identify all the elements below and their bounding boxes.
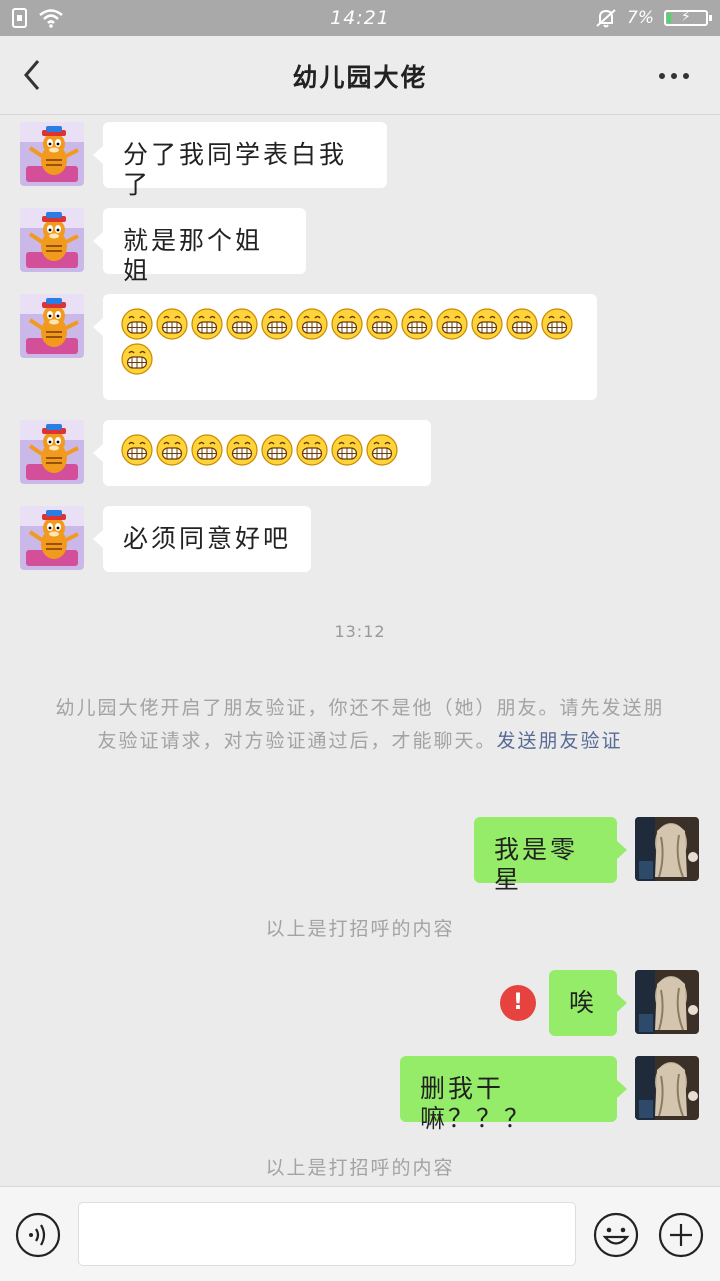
grin-emoji: [296, 308, 328, 340]
contact-avatar[interactable]: [20, 208, 84, 272]
emoji-row: [103, 420, 431, 480]
message-text: 分了我同学表白我了: [123, 140, 348, 199]
grin-emoji: [401, 308, 433, 340]
more-dots-icon: [659, 73, 689, 79]
grin-emoji: [506, 308, 538, 340]
garfield-avatar-icon: [20, 294, 84, 358]
sent-message-bubble[interactable]: 我是零星: [474, 817, 627, 894]
message-bubble[interactable]: [93, 294, 597, 400]
contact-avatar[interactable]: [20, 420, 84, 484]
message-timestamp: 13:12: [334, 622, 386, 641]
garfield-avatar-icon: [20, 506, 84, 570]
garfield-avatar-icon: [20, 420, 84, 484]
user-photo-avatar-icon: [635, 817, 699, 881]
grin-emoji: [436, 308, 468, 340]
send-verification-link[interactable]: 发送朋友验证: [497, 730, 623, 752]
message-text: 删我干嘛？？？: [420, 1074, 533, 1133]
grin-emoji: [541, 308, 573, 340]
status-right: 7% ⚡: [595, 8, 712, 28]
message-text: 必须同意好吧: [123, 524, 292, 553]
message-bubble[interactable]: 分了我同学表白我了: [93, 122, 387, 199]
grin-emoji: [191, 434, 223, 466]
grin-emoji: [121, 343, 153, 375]
grin-emoji: [156, 308, 188, 340]
voice-button[interactable]: [15, 1212, 61, 1258]
battery-icon: ⚡: [664, 9, 712, 26]
emoji-button[interactable]: [593, 1212, 639, 1258]
grin-emoji: [226, 308, 258, 340]
garfield-avatar-icon: [20, 208, 84, 272]
more-button[interactable]: [656, 64, 692, 88]
grin-emoji: [366, 308, 398, 340]
send-failed-icon[interactable]: !: [500, 985, 536, 1021]
emoji-row: [103, 294, 597, 389]
sent-message-bubble[interactable]: 唉: [549, 970, 627, 1036]
message-text: 唉: [569, 988, 598, 1017]
my-avatar[interactable]: [635, 970, 699, 1034]
contact-avatar[interactable]: [20, 506, 84, 570]
user-photo-avatar-icon: [635, 970, 699, 1034]
input-bar: [0, 1186, 720, 1281]
mute-bell-icon: [595, 8, 617, 28]
grin-emoji: [191, 308, 223, 340]
message-bubble[interactable]: 就是那个姐姐: [93, 208, 306, 285]
grin-emoji: [366, 434, 398, 466]
message-bubble[interactable]: [93, 420, 431, 486]
garfield-avatar-icon: [20, 122, 84, 186]
greeting-hint: 以上是打招呼的内容: [265, 918, 455, 940]
grin-emoji: [121, 434, 153, 466]
chat-header: 幼儿园大佬: [0, 36, 720, 115]
grin-emoji: [331, 434, 363, 466]
message-bubble[interactable]: 必须同意好吧: [93, 506, 311, 572]
grin-emoji: [261, 434, 293, 466]
user-photo-avatar-icon: [635, 1056, 699, 1120]
more-functions-button[interactable]: [658, 1212, 704, 1258]
grin-emoji: [331, 308, 363, 340]
contact-avatar[interactable]: [20, 122, 84, 186]
grin-emoji: [226, 434, 258, 466]
grin-emoji: [261, 308, 293, 340]
sent-message-bubble[interactable]: 删我干嘛？？？: [400, 1056, 627, 1133]
grin-emoji: [156, 434, 188, 466]
smiley-icon: [593, 1212, 639, 1258]
grin-emoji: [121, 308, 153, 340]
message-text: 我是零星: [494, 835, 579, 894]
friend-verification-notice: 幼儿园大佬开启了朋友验证，你还不是他（她）朋友。请先发送朋友验证请求，对方验证通…: [54, 692, 666, 758]
my-avatar[interactable]: [635, 1056, 699, 1120]
chat-title: 幼儿园大佬: [292, 63, 428, 92]
status-bar: 14:21 7% ⚡: [0, 0, 720, 36]
greeting-hint: 以上是打招呼的内容: [265, 1157, 455, 1179]
contact-avatar[interactable]: [20, 294, 84, 358]
plus-icon: [658, 1212, 704, 1258]
voice-icon: [15, 1212, 61, 1258]
grin-emoji: [471, 308, 503, 340]
grin-emoji: [296, 434, 328, 466]
battery-percent: 7%: [627, 8, 654, 28]
my-avatar[interactable]: [635, 817, 699, 881]
message-text: 就是那个姐姐: [123, 226, 264, 285]
message-input[interactable]: [78, 1202, 576, 1266]
